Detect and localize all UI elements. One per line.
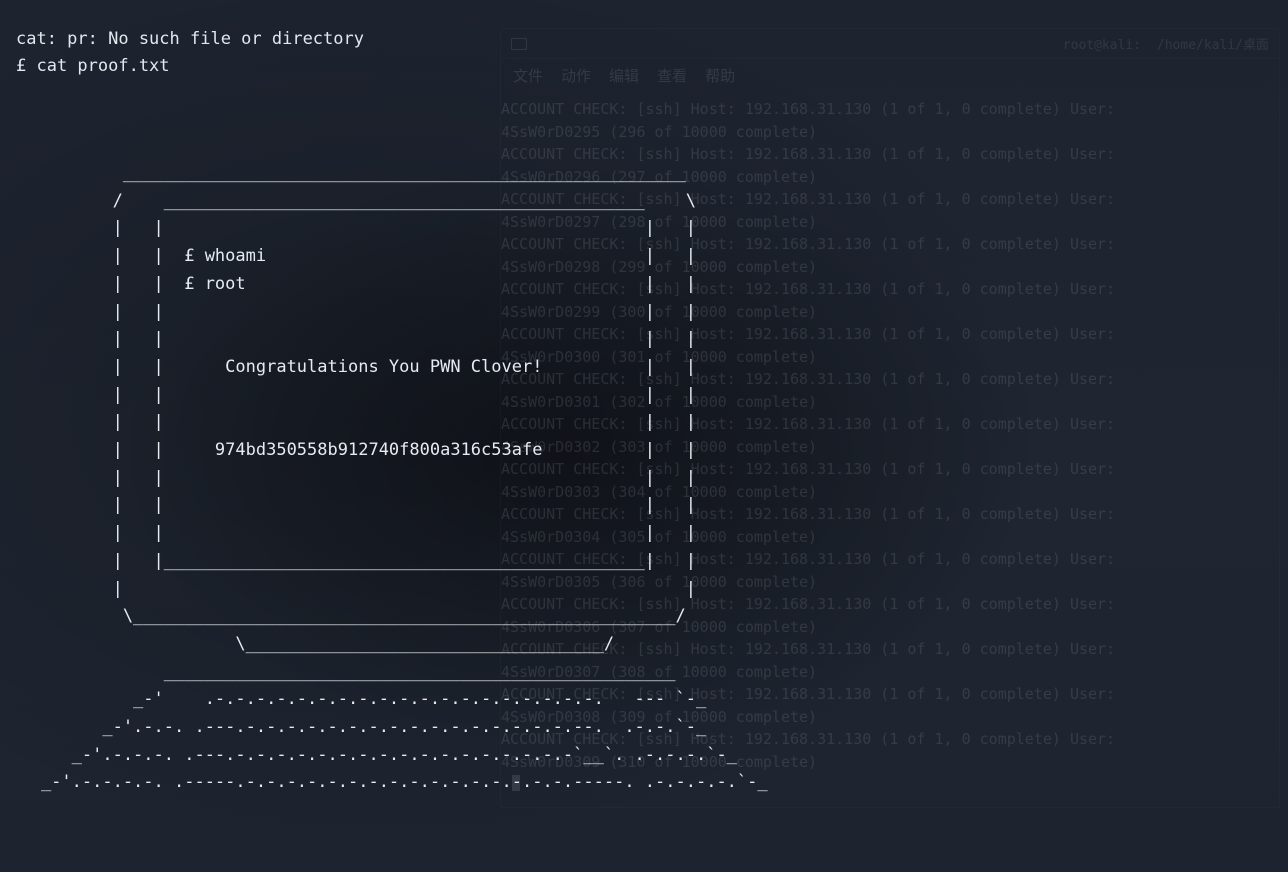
terminal-line-error: cat: pr: No such file or directory (16, 29, 364, 49)
ascii-line: | | | | (0, 329, 696, 349)
terminal-line-command: £ cat proof.txt (16, 56, 170, 76)
proof-ascii-art: ________________________________________… (0, 160, 1288, 797)
desktop: { "fg_terminal": { "line_err": "cat: pr:… (0, 0, 1288, 872)
foreground-terminal[interactable]: cat: pr: No such file or directory £ cat… (0, 0, 1288, 105)
ascii-line: | | | | (0, 495, 696, 515)
ascii-line: / ______________________________________… (0, 191, 696, 211)
ascii-line: | | | | (0, 523, 696, 543)
ascii-line: | | | | (0, 218, 696, 238)
ascii-line: ________________________________________… (0, 163, 686, 183)
ascii-line: | | | | (0, 302, 696, 322)
ascii-line: | | £ whoami | | (0, 246, 696, 266)
ascii-line: | | 974bd350558b912740f800a316c53afe | | (0, 440, 696, 460)
ascii-line: | | | | (0, 385, 696, 405)
ascii-line: _-'.-.-.-. .---.-.-.-.-.-.-.-.-.-.-.-.-.… (0, 745, 737, 765)
ascii-line: \___________________________________/ (0, 634, 614, 654)
ascii-line: | | | | (0, 468, 696, 488)
ascii-line: _-'.-.-. .---.-.-.-.-.-.-.-.-.-.-.-.-.-.… (0, 717, 706, 737)
ascii-line: | |_____________________________________… (0, 551, 696, 571)
ascii-line: _-'.-.-.-.-. .-----.-.-.-.-.-.-.-.-.-.-.… (0, 772, 768, 792)
ascii-line: | | £ root | | (0, 274, 696, 294)
ascii-line: | | Congratulations You PWN Clover! | | (0, 357, 696, 377)
ascii-line: | | (0, 579, 696, 599)
ascii-line: ________________________________________… (0, 662, 676, 682)
ascii-line: \_______________________________________… (0, 606, 686, 626)
ascii-line: _-' .-.-.-.-.-.-.-.-.-.-.-.-.-.-.-.-.-.-… (0, 689, 706, 709)
ascii-line: | | | | (0, 412, 696, 432)
